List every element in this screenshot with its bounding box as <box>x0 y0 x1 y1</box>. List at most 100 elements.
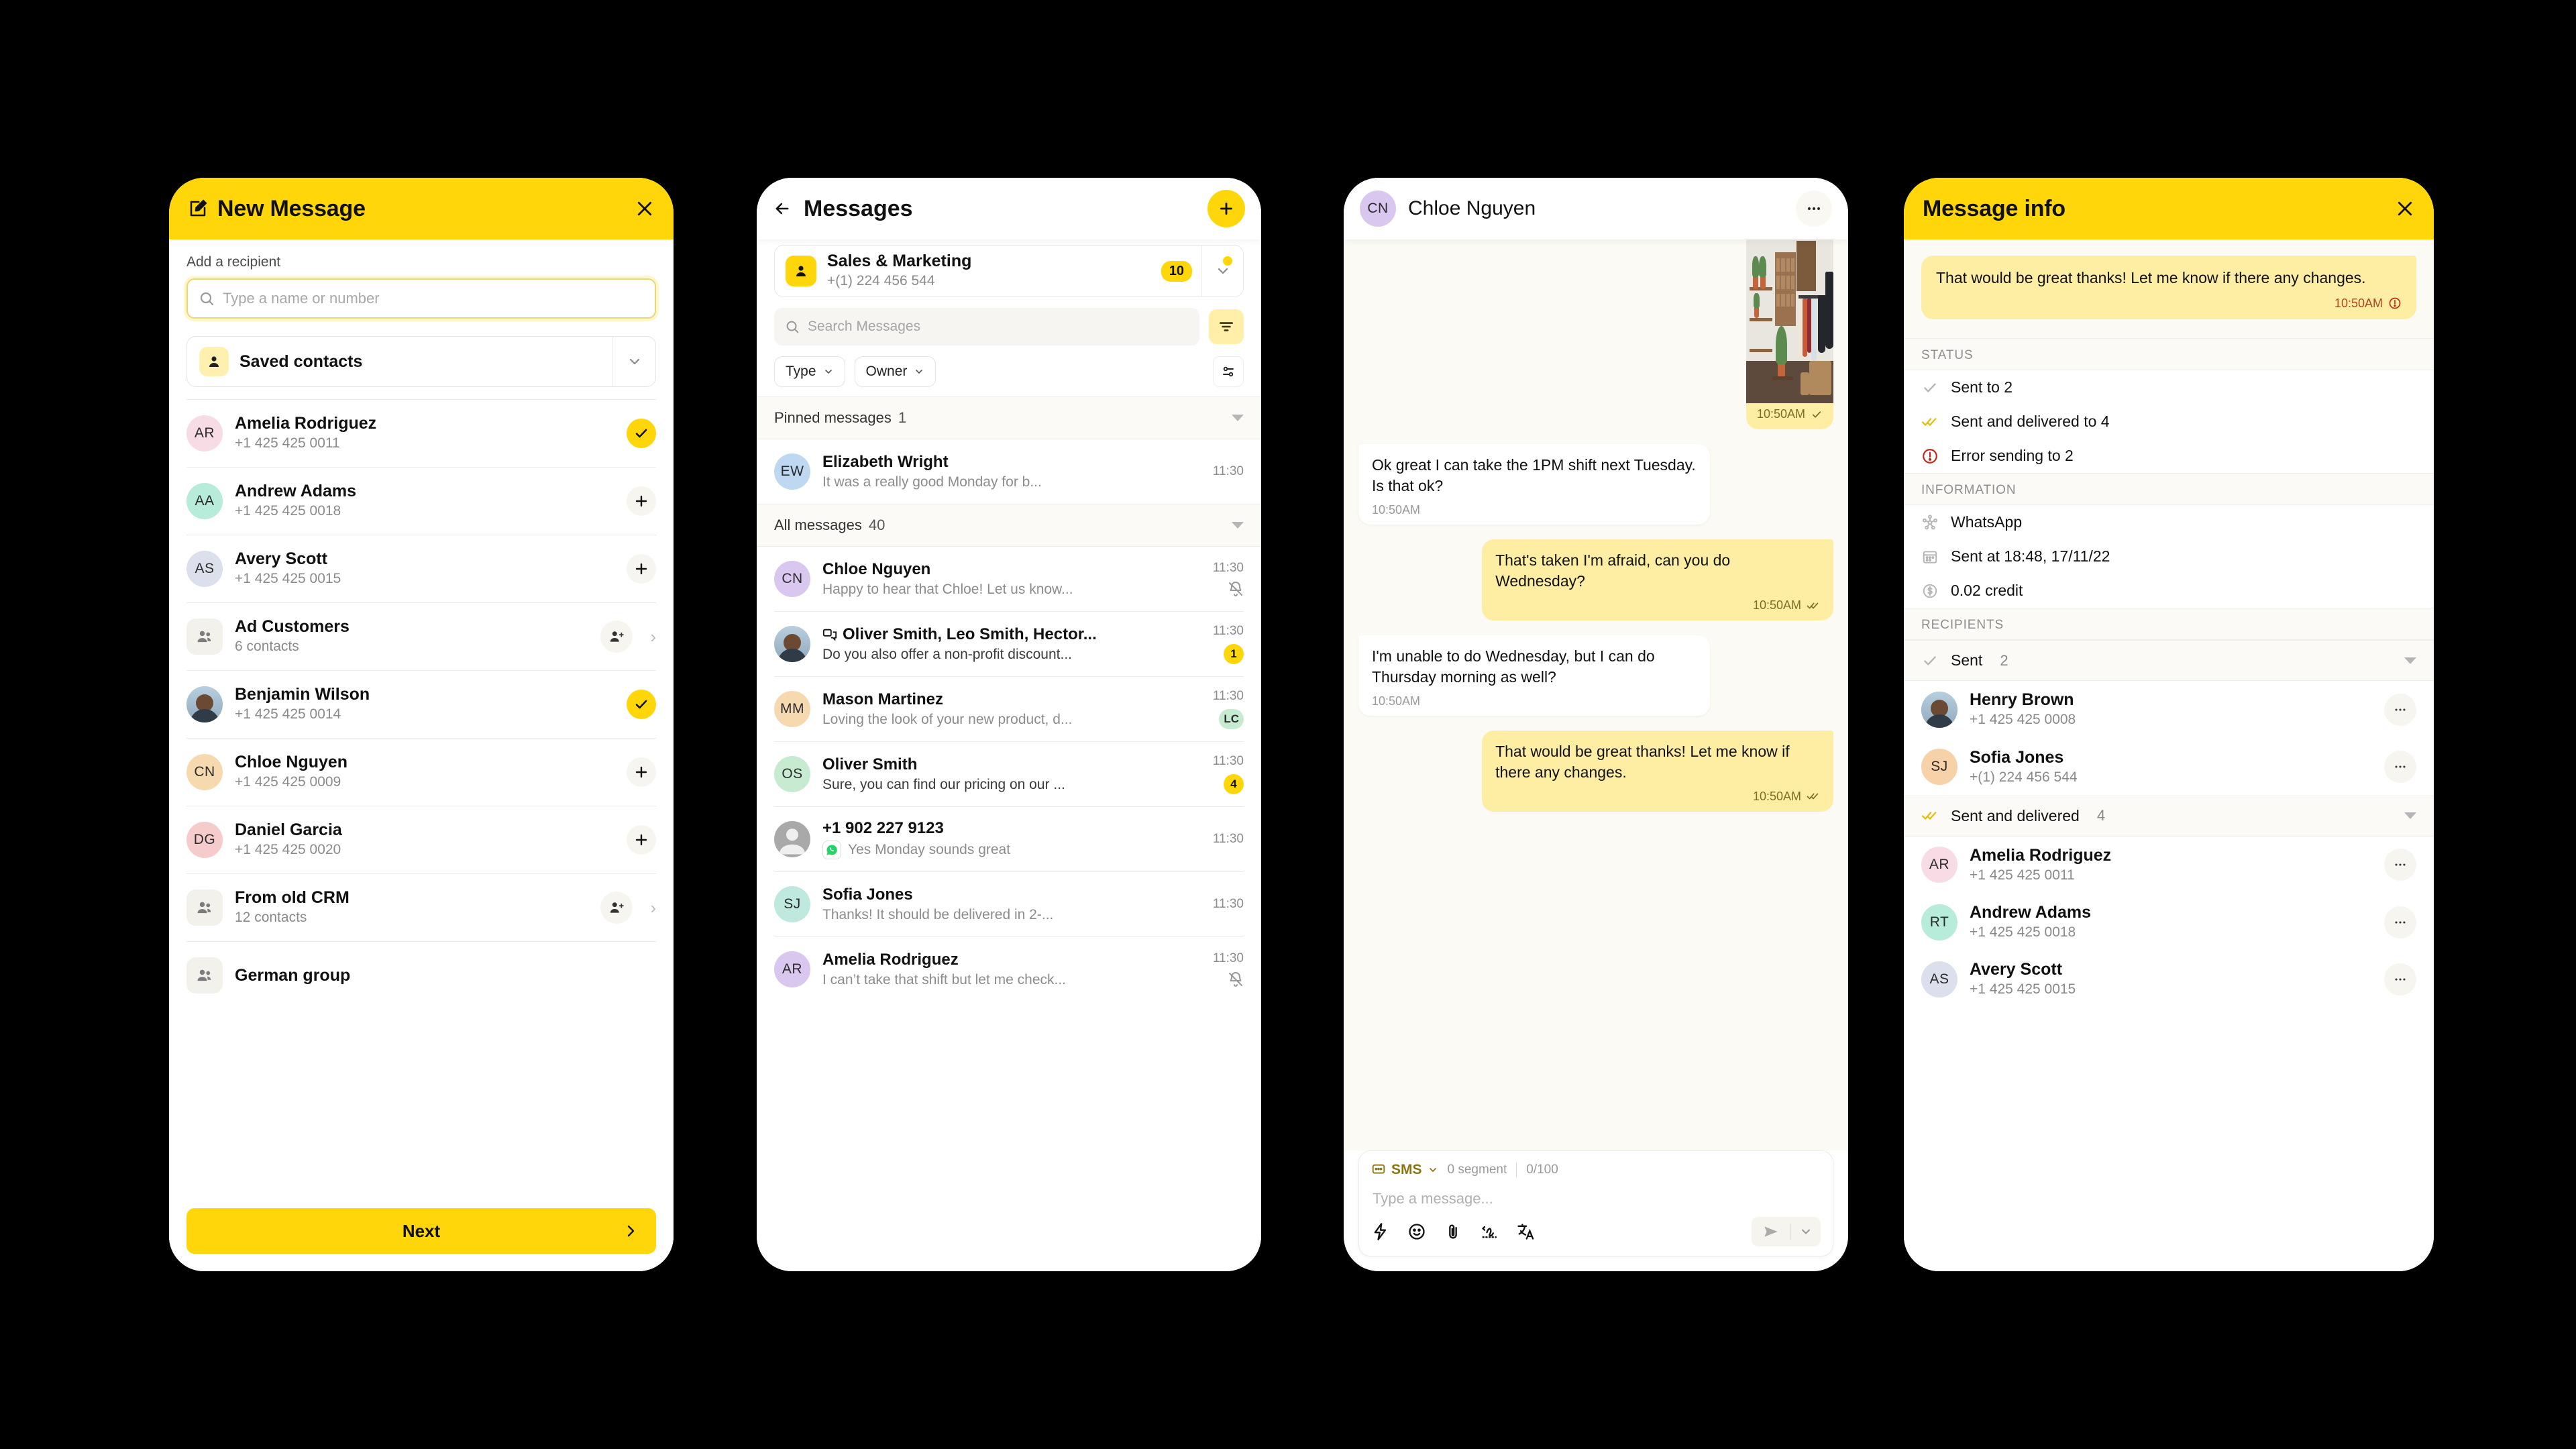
message-list-item[interactable]: Oliver Smith, Leo Smith, Hector... Do yo… <box>757 612 1261 676</box>
add-contact-icon[interactable] <box>627 825 656 855</box>
contact-row[interactable]: AA Andrew Adams +1 425 425 0018 <box>169 468 674 535</box>
chevron-down-icon[interactable] <box>612 337 655 386</box>
pinned-messages-section-header[interactable]: Pinned messages 1 <box>757 396 1261 439</box>
close-icon[interactable] <box>635 199 655 219</box>
recipient-group-header[interactable]: Sent 2 <box>1904 640 2434 682</box>
chat-bubble-incoming[interactable]: Ok great I can take the 1PM shift next T… <box>1358 444 1710 525</box>
muted-bell-icon <box>1228 581 1244 597</box>
contact-row[interactable]: CN Chloe Nguyen +1 425 425 0009 <box>169 739 674 806</box>
add-contact-icon[interactable] <box>627 757 656 787</box>
recipient-row[interactable]: SJ Sofia Jones +(1) 224 456 544 <box>1904 739 2434 796</box>
back-arrow-icon[interactable] <box>773 199 792 218</box>
contact-row[interactable]: AR Amelia Rodriguez +1 425 425 0011 <box>169 400 674 467</box>
avatar-placeholder-icon <box>774 821 810 857</box>
new-message-header: New Message <box>169 178 674 239</box>
message-composer[interactable]: SMS 0 segment 0/100 Type a message... <box>1358 1150 1833 1256</box>
all-messages-section-header[interactable]: All messages 40 <box>757 504 1261 547</box>
send-button-group[interactable] <box>1752 1217 1821 1246</box>
contact-group-row[interactable]: Ad Customers 6 contacts › <box>169 603 674 670</box>
send-options-chevron-down-icon[interactable] <box>1791 1225 1821 1238</box>
add-group-icon[interactable] <box>600 621 633 653</box>
contact-list[interactable]: AR Amelia Rodriguez +1 425 425 0011 AA A… <box>169 400 674 1009</box>
contact-group-row[interactable]: German group <box>169 942 674 1009</box>
next-button[interactable]: Next <box>186 1208 656 1254</box>
contact-selected-check-icon[interactable] <box>627 690 656 719</box>
contact-row[interactable]: DG Daniel Garcia +1 425 425 0020 <box>169 806 674 873</box>
add-contact-icon[interactable] <box>627 486 656 516</box>
contact-row[interactable]: Benjamin Wilson +1 425 425 0014 <box>169 671 674 738</box>
group-chat-icon <box>822 627 837 642</box>
contact-group-row[interactable]: From old CRM 12 contacts › <box>169 874 674 941</box>
account-chevron-down-icon[interactable] <box>1201 246 1243 297</box>
message-preview: Thanks! It should be delivered in 2-... <box>822 907 1054 922</box>
message-list-item[interactable]: EW Elizabeth Wright It was a really good… <box>757 439 1261 504</box>
lightning-icon[interactable] <box>1371 1222 1390 1241</box>
recipient-row[interactable]: RT Andrew Adams +1 425 425 0018 <box>1904 894 2434 951</box>
recipient-more-options-icon[interactable] <box>2384 963 2416 996</box>
chevron-right-icon[interactable]: › <box>650 898 656 918</box>
message-list-item[interactable]: AR Amelia Rodriguez I can’t take that sh… <box>757 937 1261 1002</box>
message-input[interactable]: Type a message... <box>1371 1178 1821 1217</box>
attachment-icon[interactable] <box>1444 1222 1462 1241</box>
search-messages-input[interactable] <box>808 319 1189 335</box>
message-list-item[interactable]: CN Chloe Nguyen Happy to hear that Chloe… <box>757 547 1261 611</box>
contact-number: +1 425 425 0015 <box>235 571 341 587</box>
contact-row[interactable]: AS Avery Scott +1 425 425 0015 <box>169 535 674 602</box>
recipient-more-options-icon[interactable] <box>2384 751 2416 784</box>
chat-thread[interactable]: 10:50AM Ok great I can take the 1PM shif… <box>1344 239 1848 1150</box>
contact-selected-check-icon[interactable] <box>627 419 656 448</box>
message-list-item[interactable]: +1 902 227 9123 Yes Monday sounds great … <box>757 807 1261 871</box>
chat-bubble-image[interactable]: 10:50AM <box>1746 239 1833 429</box>
new-message-button[interactable] <box>1208 190 1245 227</box>
messages-header: Messages <box>757 178 1261 239</box>
channel-selector[interactable]: SMS <box>1371 1162 1438 1178</box>
recipient-more-options-icon[interactable] <box>2384 906 2416 938</box>
filter-type-dropdown[interactable]: Type <box>774 356 845 387</box>
add-contact-icon[interactable] <box>627 554 656 584</box>
sort-settings-icon[interactable] <box>1213 356 1244 387</box>
recipient-search-input[interactable] <box>223 290 644 307</box>
avatar: AS <box>1921 961 1957 998</box>
saved-contacts-selector[interactable]: Saved contacts <box>186 336 656 387</box>
recipient-more-options-icon[interactable] <box>2384 693 2416 726</box>
information-line: 0.02 credit <box>1904 574 2434 608</box>
message-time: 10:50AM <box>2334 297 2383 311</box>
signature-icon[interactable] <box>1480 1222 1499 1241</box>
message-sender: Oliver Smith, Leo Smith, Hector... <box>822 625 1183 644</box>
filter-icon[interactable] <box>1209 309 1244 344</box>
collapse-triangle-icon[interactable] <box>2404 657 2416 664</box>
recipient-row[interactable]: Henry Brown +1 425 425 0008 <box>1904 681 2434 738</box>
account-selector[interactable]: Sales & Marketing +(1) 224 456 544 10 <box>774 245 1244 297</box>
shop-photo <box>1746 239 1833 403</box>
recipient-search-box[interactable] <box>186 278 656 319</box>
chat-time: 10:50AM <box>1752 598 1801 612</box>
recipient-name: Sofia Jones <box>1970 747 2064 767</box>
chat-bubble-outgoing[interactable]: That's taken I'm afraid, can you do Wedn… <box>1482 539 1833 621</box>
filter-owner-dropdown[interactable]: Owner <box>854 356 936 387</box>
unread-badge: 1 <box>1224 644 1244 664</box>
message-preview: Yes Monday sounds great <box>848 842 1011 857</box>
message-time: 11:30 <box>1212 951 1244 965</box>
recipient-row[interactable]: AS Avery Scott +1 425 425 0015 <box>1904 951 2434 1008</box>
message-info-body: That would be great thanks! Let me know … <box>1904 239 2434 1271</box>
chevron-right-icon[interactable]: › <box>650 627 656 647</box>
collapse-triangle-icon[interactable] <box>1232 522 1244 529</box>
close-icon[interactable] <box>2395 199 2415 219</box>
chat-bubble-outgoing[interactable]: That would be great thanks! Let me know … <box>1482 731 1833 812</box>
message-list-item[interactable]: SJ Sofia Jones Thanks! It should be deli… <box>757 872 1261 936</box>
collapse-triangle-icon[interactable] <box>1232 415 1244 421</box>
collapse-triangle-icon[interactable] <box>2404 812 2416 820</box>
emoji-icon[interactable] <box>1407 1222 1426 1241</box>
send-icon[interactable] <box>1752 1223 1790 1240</box>
contact-name: Amelia Rodriguez <box>235 414 377 433</box>
recipient-group-header[interactable]: Sent and delivered 4 <box>1904 795 2434 837</box>
more-options-icon[interactable] <box>1796 191 1832 227</box>
message-list-item[interactable]: MM Mason Martinez Loving the look of you… <box>757 677 1261 741</box>
message-list-item[interactable]: OS Oliver Smith Sure, you can find our p… <box>757 742 1261 806</box>
translate-icon[interactable] <box>1516 1222 1535 1241</box>
add-group-icon[interactable] <box>600 892 633 924</box>
recipient-more-options-icon[interactable] <box>2384 849 2416 881</box>
search-messages-box[interactable] <box>774 308 1199 345</box>
chat-bubble-incoming[interactable]: I'm unable to do Wednesday, but I can do… <box>1358 635 1710 716</box>
recipient-row[interactable]: AR Amelia Rodriguez +1 425 425 0011 <box>1904 837 2434 894</box>
